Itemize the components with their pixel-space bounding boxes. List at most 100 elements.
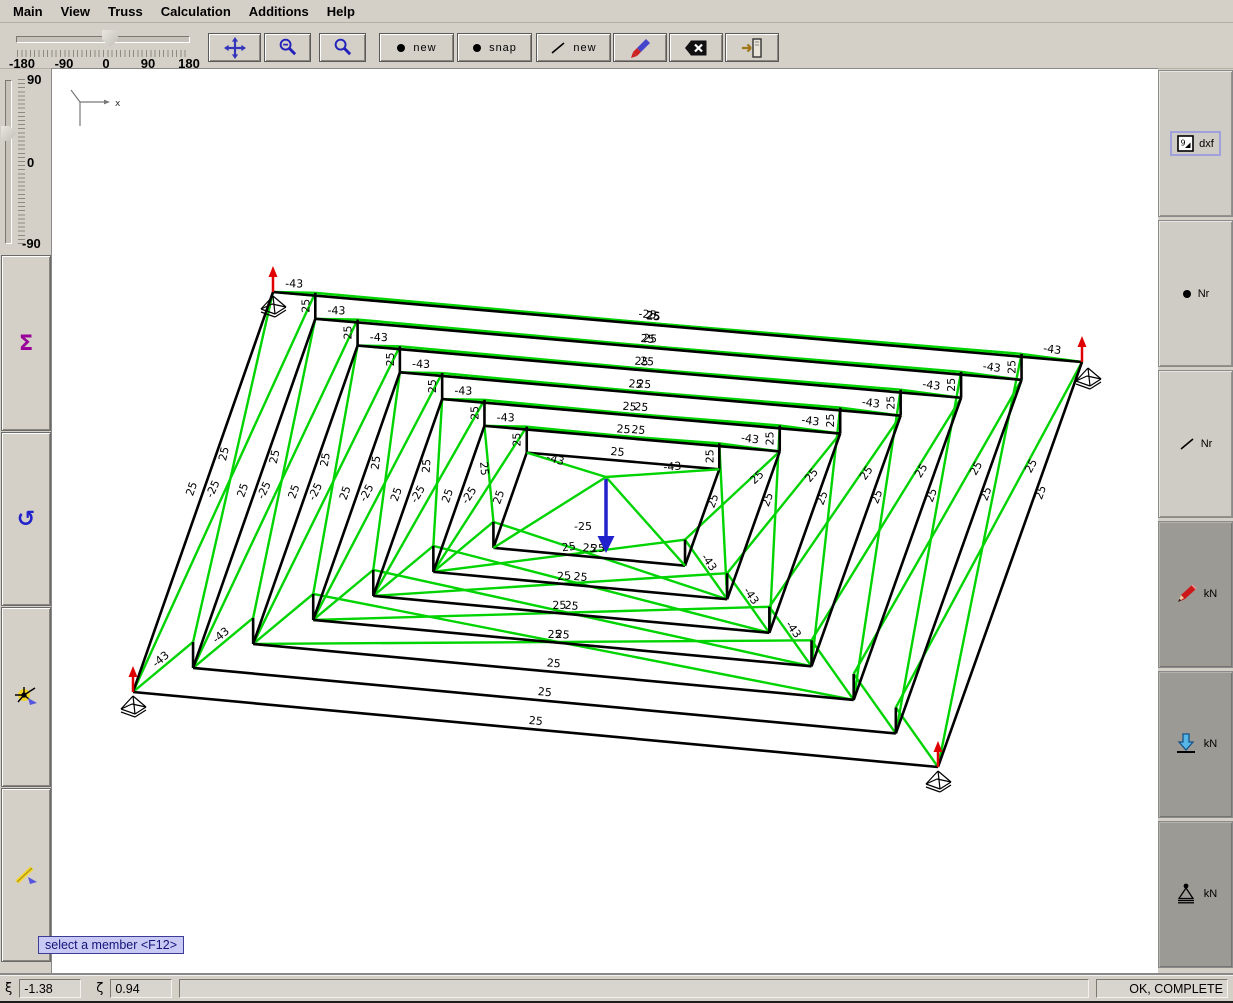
diagonal-member[interactable] bbox=[372, 372, 402, 571]
rotate-view-button[interactable]: ↺ bbox=[1, 432, 51, 606]
member-force-label: 25 bbox=[646, 309, 661, 323]
member-force-label: -43 bbox=[150, 649, 172, 670]
xi-coordinate-field[interactable]: -1.38 bbox=[19, 979, 82, 998]
chord-member[interactable] bbox=[683, 468, 721, 567]
member-force-label: 25 bbox=[490, 488, 507, 506]
member-force-label: -43 bbox=[545, 451, 566, 469]
member-force-label: 25 bbox=[528, 714, 543, 728]
member-force-label: 25 bbox=[286, 483, 303, 501]
member-force-label: 25 bbox=[555, 628, 570, 642]
exit-button[interactable] bbox=[725, 33, 779, 62]
chord-member[interactable] bbox=[272, 290, 1083, 364]
member-force-label: 25 bbox=[561, 540, 577, 555]
menu-calculation[interactable]: Calculation bbox=[152, 2, 240, 21]
member-force-label: 25 bbox=[468, 406, 481, 420]
menu-truss[interactable]: Truss bbox=[99, 2, 152, 21]
member-force-label: -43 bbox=[801, 413, 821, 428]
member-force-label: -43 bbox=[1042, 342, 1062, 357]
new-member-button[interactable]: new bbox=[536, 33, 611, 62]
member-numbers-button[interactable]: Nr bbox=[1158, 370, 1233, 518]
menu-additions[interactable]: Additions bbox=[240, 2, 318, 21]
apex-diagonal-member[interactable] bbox=[605, 476, 686, 567]
member-force-label: 25 bbox=[342, 326, 355, 340]
reaction-arrow-head[interactable] bbox=[128, 666, 138, 677]
elevation-slider[interactable]: 90 0 -90 bbox=[0, 68, 51, 254]
member-force-label: 25 bbox=[912, 461, 930, 480]
dxf-export-frame: 9 dxf bbox=[1170, 131, 1221, 157]
diagonal-member[interactable] bbox=[191, 291, 275, 643]
member-force-label: 25 bbox=[384, 352, 397, 366]
member-force-label: 25 bbox=[337, 484, 354, 502]
chord-member[interactable] bbox=[253, 642, 854, 702]
rotation-slider[interactable]: -180 -90 0 90 180 bbox=[9, 27, 200, 71]
support-symbol[interactable] bbox=[120, 695, 134, 710]
member-force-label: 25 bbox=[439, 487, 456, 505]
select-node-button[interactable] bbox=[1, 607, 51, 787]
reaction-arrow-head[interactable] bbox=[268, 266, 278, 277]
member-force-label: 25 bbox=[426, 379, 439, 393]
support-symbol[interactable] bbox=[925, 770, 939, 785]
support-reactions-button[interactable]: kN bbox=[1158, 820, 1233, 969]
chord-member[interactable] bbox=[936, 361, 1084, 768]
dxf-export-icon: 9 bbox=[1177, 135, 1194, 152]
zoom-in-icon bbox=[334, 38, 352, 56]
member-force-label: 25 bbox=[802, 466, 821, 485]
member-force-label: 25 bbox=[945, 378, 958, 392]
dxf-export-button[interactable]: 9 dxf bbox=[1158, 70, 1233, 218]
zeta-coordinate-field[interactable]: 0.94 bbox=[110, 979, 173, 998]
reaction-arrow-head[interactable] bbox=[1077, 336, 1087, 347]
pan-button[interactable] bbox=[208, 33, 261, 62]
apex-diagonal-member[interactable] bbox=[492, 475, 607, 549]
member-force-label: 25 bbox=[1032, 484, 1049, 502]
menu-main[interactable]: Main bbox=[4, 2, 52, 21]
rotation-slider-thumb[interactable] bbox=[102, 30, 118, 47]
member-force-label: 25 bbox=[557, 569, 572, 583]
sum-reactions-button[interactable]: Σ bbox=[1, 255, 51, 431]
axis-indicator[interactable] bbox=[70, 89, 81, 103]
member-forces-button[interactable]: kN bbox=[1158, 520, 1233, 668]
chord-member[interactable] bbox=[192, 666, 896, 735]
chord-member[interactable] bbox=[132, 690, 939, 769]
tick-label: 90 bbox=[27, 72, 42, 87]
node-numbers-button[interactable]: Nr bbox=[1158, 220, 1233, 368]
member-force-label: 25 bbox=[537, 685, 552, 699]
member-force-label: -43 bbox=[454, 384, 472, 397]
snap-node-button[interactable]: snap bbox=[457, 33, 532, 62]
member-force-label: 25 bbox=[824, 414, 837, 428]
member-force-label: -43 bbox=[741, 585, 762, 607]
button-label: kN bbox=[1203, 738, 1218, 751]
diagonal-member[interactable] bbox=[313, 605, 770, 622]
member-force-label: 25 bbox=[628, 377, 643, 391]
menu-help[interactable]: Help bbox=[318, 2, 364, 21]
menu-view[interactable]: View bbox=[52, 2, 99, 21]
chord-member[interactable] bbox=[768, 433, 842, 634]
member-force-label: 25 bbox=[764, 431, 777, 445]
elevation-slider-thumb[interactable] bbox=[1, 126, 16, 141]
chord-member[interactable] bbox=[894, 379, 1023, 734]
drawing-canvas[interactable]: x 25 -25 25 -25 25 25 25 -25 25 25 25 25 -25 25 25 25 25-… bbox=[51, 68, 1158, 975]
toolbar: -180 -90 0 90 180 new snap new bbox=[0, 23, 1233, 71]
truss-drawing[interactable]: x25-2525-25252525-2525252525-2525252525-… bbox=[52, 69, 1158, 975]
member-force-label: 25 bbox=[183, 480, 200, 498]
member-force-label: -43 bbox=[285, 277, 303, 290]
support-icon bbox=[1177, 884, 1194, 904]
member-force-label: 25 bbox=[1022, 457, 1040, 475]
calculation-status: OK, COMPLETE bbox=[1096, 979, 1228, 998]
node-loads-button[interactable]: kN bbox=[1158, 670, 1233, 818]
menu-bar: Main View Truss Calculation Additions He… bbox=[0, 0, 1233, 23]
zoom-in-button[interactable] bbox=[319, 33, 366, 62]
chord-member[interactable] bbox=[357, 344, 962, 400]
sum-icon: Σ bbox=[18, 331, 34, 355]
button-label: new bbox=[573, 41, 597, 54]
elevation-slider-groove[interactable] bbox=[5, 80, 12, 244]
zoom-out-button[interactable] bbox=[264, 33, 311, 62]
zoom-out-icon bbox=[279, 38, 297, 56]
edit-pen-button[interactable] bbox=[613, 33, 667, 62]
chord-member[interactable] bbox=[852, 397, 963, 701]
delete-button[interactable] bbox=[669, 33, 723, 62]
member-force-label: 25 bbox=[634, 355, 649, 369]
apex-diagonal-member[interactable] bbox=[605, 468, 720, 479]
new-node-button[interactable]: new bbox=[379, 33, 454, 62]
button-label: Nr bbox=[1200, 437, 1213, 450]
member-force-label: -43 bbox=[698, 551, 719, 573]
